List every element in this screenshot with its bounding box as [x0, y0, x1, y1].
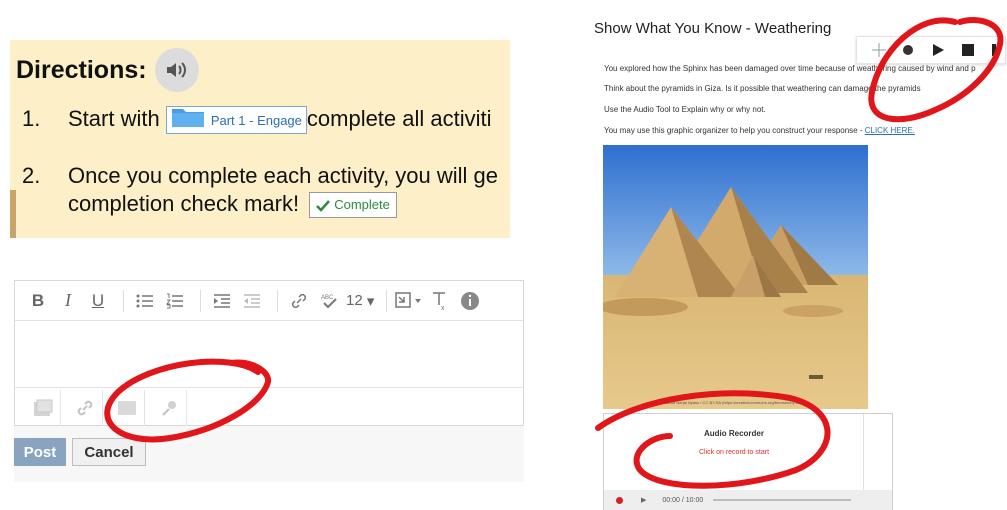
complete-badge: Complete: [309, 191, 397, 219]
italic-button[interactable]: I: [55, 288, 81, 314]
step-text: Start with: [68, 106, 160, 131]
insert-media-icon[interactable]: [109, 389, 145, 426]
check-icon: [316, 191, 331, 219]
audio-recorder: Audio Recorder Click on record to start …: [603, 413, 893, 510]
toolbar-divider: [200, 289, 201, 312]
assignment-line: Think about the pyramids in Giza. Is it …: [604, 84, 921, 93]
recorder-hint: Click on record to start: [698, 449, 770, 456]
recorder-controls: ▶ 00:00 / 10:00: [604, 490, 892, 510]
bold-button[interactable]: B: [25, 288, 51, 314]
assignment-title: Show What You Know - Weathering: [594, 20, 832, 37]
info-icon[interactable]: [457, 288, 483, 314]
direction-step-1: 1. Start with Part 1 - Engage complete al…: [22, 106, 492, 135]
post-button[interactable]: Post: [14, 438, 66, 466]
speaker-icon[interactable]: [154, 48, 199, 92]
record-icon[interactable]: [616, 496, 623, 504]
svg-text:x: x: [441, 305, 445, 311]
recorder-time: 00:00 / 10:00: [662, 496, 704, 504]
response-editor: B I U ABC 12 ▾ x: [14, 280, 524, 426]
photo-credit: Marhal Nerjal Nyaso / CC BY-SA (https://…: [662, 400, 809, 405]
directions-panel: Directions: 1. Start with Part 1 - Engage…: [10, 40, 510, 238]
assignment-line: You explored how the Sphinx has been dam…: [604, 64, 976, 73]
assignment-line-text: You may use this graphic organizer to he…: [604, 126, 865, 135]
toolbar-divider: [123, 289, 124, 312]
play-icon[interactable]: [930, 42, 946, 58]
play-icon[interactable]: ▶: [641, 496, 646, 504]
media-toolbar: [15, 387, 523, 427]
pause-icon[interactable]: [989, 42, 1005, 58]
part-badge-label: Part 1 - Engage: [210, 112, 302, 128]
step-number: 2.: [22, 163, 41, 188]
record-icon[interactable]: [901, 42, 917, 58]
insert-image-icon[interactable]: [25, 389, 61, 426]
outdent-icon[interactable]: [239, 288, 265, 314]
decorative-edge: [10, 190, 16, 238]
bullet-list-icon[interactable]: [132, 288, 158, 314]
directions-header: Directions:: [16, 48, 199, 92]
graphic-organizer-link[interactable]: CLICK HERE.: [865, 126, 915, 135]
step-text: Once you complete each activity, you wil…: [68, 163, 499, 188]
editor-toolbar: B I U ABC 12 ▾ x: [15, 281, 523, 321]
font-size-value: 12: [346, 292, 363, 309]
step-number: 1.: [22, 106, 41, 131]
complete-label: Complete: [334, 197, 390, 213]
insert-link-icon[interactable]: [67, 389, 103, 426]
editor-text-area[interactable]: [15, 321, 523, 387]
assignment-line: You may use this graphic organizer to he…: [604, 126, 915, 135]
spellcheck-icon[interactable]: ABC: [316, 288, 342, 314]
clear-formatting-icon[interactable]: x: [427, 288, 453, 314]
folder-icon: [171, 106, 205, 134]
pyramids-photo: Marhal Nerjal Nyaso / CC BY-SA (https://…: [603, 145, 868, 409]
indent-icon[interactable]: [209, 288, 235, 314]
assignment-line: Use the Audio Tool to Explain why or why…: [604, 105, 766, 114]
audio-tool-toolbar: [856, 36, 1006, 64]
recorder-panel: Audio Recorder Click on record to start: [604, 414, 864, 490]
recorder-title: Audio Recorder: [703, 429, 764, 438]
stop-icon[interactable]: [960, 42, 976, 58]
directions-title: Directions:: [16, 55, 147, 84]
underline-button[interactable]: U: [85, 288, 111, 314]
part-1-engage-link[interactable]: Part 1 - Engage: [165, 106, 307, 135]
insert-object-icon[interactable]: [395, 288, 423, 314]
step-text: completion check mark!: [68, 191, 300, 216]
recorder-progress-track[interactable]: [713, 499, 852, 501]
direction-step-2: 2. Once you complete each activity, you w…: [22, 162, 499, 219]
toolbar-divider: [386, 289, 388, 312]
step-text: complete all activiti: [306, 106, 492, 131]
font-size-select[interactable]: 12 ▾: [346, 288, 374, 314]
cancel-button[interactable]: Cancel: [72, 438, 146, 466]
link-icon[interactable]: [286, 288, 312, 314]
numbered-list-icon[interactable]: [162, 288, 188, 314]
move-icon[interactable]: [871, 42, 887, 58]
svg-text:ABC: ABC: [321, 295, 334, 301]
toolbar-divider: [277, 289, 278, 312]
microphone-icon[interactable]: [151, 389, 187, 426]
post-actions: Post Cancel: [14, 426, 524, 482]
